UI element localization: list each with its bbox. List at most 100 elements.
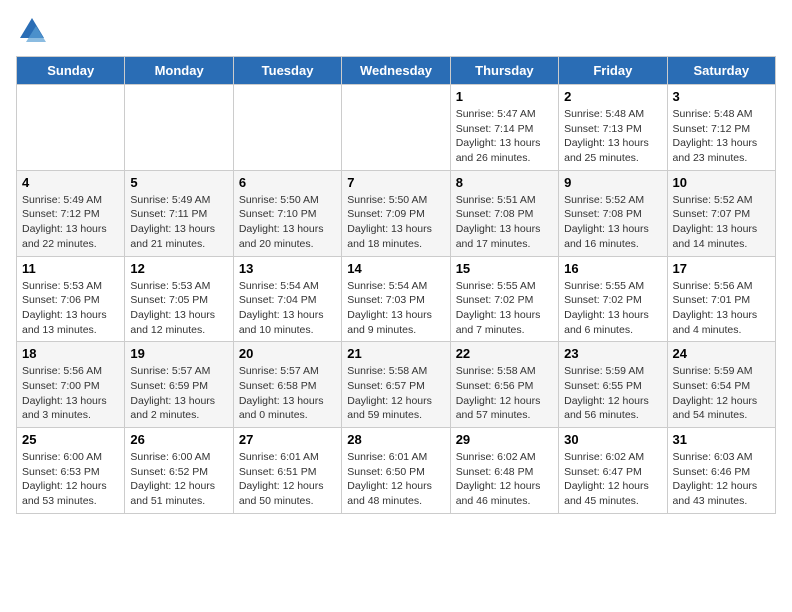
day-info: Sunrise: 5:57 AM Sunset: 6:59 PM Dayligh… <box>130 364 227 423</box>
day-number: 30 <box>564 432 661 447</box>
calendar-cell <box>125 85 233 171</box>
day-number: 15 <box>456 261 553 276</box>
day-number: 27 <box>239 432 336 447</box>
calendar-cell: 24 Sunrise: 5:59 AM Sunset: 6:54 PM Dayli… <box>667 342 775 428</box>
day-info: Sunrise: 6:03 AM Sunset: 6:46 PM Dayligh… <box>673 450 770 509</box>
calendar-cell: 12 Sunrise: 5:53 AM Sunset: 7:05 PM Dayli… <box>125 256 233 342</box>
day-number: 17 <box>673 261 770 276</box>
calendar-week-2: 4 Sunrise: 5:49 AM Sunset: 7:12 PM Daylig… <box>17 170 776 256</box>
day-number: 31 <box>673 432 770 447</box>
calendar-week-4: 18Sunrise: 5:56 AM Sunset: 7:00 PM Dayli… <box>17 342 776 428</box>
day-number: 8 <box>456 175 553 190</box>
calendar-cell: 30 Sunrise: 6:02 AM Sunset: 6:47 PM Dayli… <box>559 428 667 514</box>
day-number: 13 <box>239 261 336 276</box>
day-number: 7 <box>347 175 444 190</box>
day-info: Sunrise: 6:01 AM Sunset: 6:50 PM Dayligh… <box>347 450 444 509</box>
day-info: Sunrise: 5:52 AM Sunset: 7:08 PM Dayligh… <box>564 193 661 252</box>
day-number: 22 <box>456 346 553 361</box>
calendar-week-3: 11 Sunrise: 5:53 AM Sunset: 7:06 PM Dayli… <box>17 256 776 342</box>
day-info: Sunrise: 6:01 AM Sunset: 6:51 PM Dayligh… <box>239 450 336 509</box>
calendar-cell: 22Sunrise: 5:58 AM Sunset: 6:56 PM Dayli… <box>450 342 558 428</box>
day-number: 5 <box>130 175 227 190</box>
day-info: Sunrise: 5:54 AM Sunset: 7:04 PM Dayligh… <box>239 279 336 338</box>
day-number: 21 <box>347 346 444 361</box>
day-number: 26 <box>130 432 227 447</box>
day-number: 1 <box>456 89 553 104</box>
day-number: 25 <box>22 432 119 447</box>
calendar-cell: 7Sunrise: 5:50 AM Sunset: 7:09 PM Daylig… <box>342 170 450 256</box>
calendar-table: SundayMondayTuesdayWednesdayThursdayFrid… <box>16 56 776 514</box>
day-info: Sunrise: 5:48 AM Sunset: 7:13 PM Dayligh… <box>564 107 661 166</box>
calendar-cell <box>17 85 125 171</box>
day-info: Sunrise: 5:55 AM Sunset: 7:02 PM Dayligh… <box>456 279 553 338</box>
day-info: Sunrise: 5:53 AM Sunset: 7:06 PM Dayligh… <box>22 279 119 338</box>
day-info: Sunrise: 6:02 AM Sunset: 6:48 PM Dayligh… <box>456 450 553 509</box>
weekday-header-sunday: Sunday <box>17 57 125 85</box>
day-number: 18 <box>22 346 119 361</box>
calendar-cell: 17Sunrise: 5:56 AM Sunset: 7:01 PM Dayli… <box>667 256 775 342</box>
day-number: 19 <box>130 346 227 361</box>
day-number: 2 <box>564 89 661 104</box>
calendar-cell: 18Sunrise: 5:56 AM Sunset: 7:00 PM Dayli… <box>17 342 125 428</box>
day-info: Sunrise: 5:54 AM Sunset: 7:03 PM Dayligh… <box>347 279 444 338</box>
weekday-header-wednesday: Wednesday <box>342 57 450 85</box>
calendar-cell <box>342 85 450 171</box>
calendar-cell: 1 Sunrise: 5:47 AM Sunset: 7:14 PM Daylig… <box>450 85 558 171</box>
day-number: 9 <box>564 175 661 190</box>
calendar-cell: 26 Sunrise: 6:00 AM Sunset: 6:52 PM Dayli… <box>125 428 233 514</box>
day-number: 23 <box>564 346 661 361</box>
calendar-week-5: 25 Sunrise: 6:00 AM Sunset: 6:53 PM Dayli… <box>17 428 776 514</box>
calendar-cell: 4 Sunrise: 5:49 AM Sunset: 7:12 PM Daylig… <box>17 170 125 256</box>
calendar-cell: 25 Sunrise: 6:00 AM Sunset: 6:53 PM Dayli… <box>17 428 125 514</box>
weekday-header-thursday: Thursday <box>450 57 558 85</box>
day-info: Sunrise: 5:47 AM Sunset: 7:14 PM Dayligh… <box>456 107 553 166</box>
page-header <box>16 16 776 44</box>
calendar-week-1: 1 Sunrise: 5:47 AM Sunset: 7:14 PM Daylig… <box>17 85 776 171</box>
calendar-cell: 5 Sunrise: 5:49 AM Sunset: 7:11 PM Daylig… <box>125 170 233 256</box>
day-number: 12 <box>130 261 227 276</box>
day-info: Sunrise: 5:53 AM Sunset: 7:05 PM Dayligh… <box>130 279 227 338</box>
logo <box>16 16 46 44</box>
calendar-cell: 19 Sunrise: 5:57 AM Sunset: 6:59 PM Dayli… <box>125 342 233 428</box>
day-number: 20 <box>239 346 336 361</box>
day-info: Sunrise: 5:58 AM Sunset: 6:57 PM Dayligh… <box>347 364 444 423</box>
calendar-cell: 3 Sunrise: 5:48 AM Sunset: 7:12 PM Daylig… <box>667 85 775 171</box>
day-info: Sunrise: 5:59 AM Sunset: 6:54 PM Dayligh… <box>673 364 770 423</box>
day-info: Sunrise: 5:57 AM Sunset: 6:58 PM Dayligh… <box>239 364 336 423</box>
calendar-cell: 28 Sunrise: 6:01 AM Sunset: 6:50 PM Dayli… <box>342 428 450 514</box>
day-info: Sunrise: 5:52 AM Sunset: 7:07 PM Dayligh… <box>673 193 770 252</box>
weekday-header-tuesday: Tuesday <box>233 57 341 85</box>
day-info: Sunrise: 5:49 AM Sunset: 7:12 PM Dayligh… <box>22 193 119 252</box>
calendar-cell: 11 Sunrise: 5:53 AM Sunset: 7:06 PM Dayli… <box>17 256 125 342</box>
weekday-header-monday: Monday <box>125 57 233 85</box>
calendar-cell: 15 Sunrise: 5:55 AM Sunset: 7:02 PM Dayli… <box>450 256 558 342</box>
calendar-cell: 13 Sunrise: 5:54 AM Sunset: 7:04 PM Dayli… <box>233 256 341 342</box>
day-info: Sunrise: 6:02 AM Sunset: 6:47 PM Dayligh… <box>564 450 661 509</box>
day-info: Sunrise: 5:55 AM Sunset: 7:02 PM Dayligh… <box>564 279 661 338</box>
day-info: Sunrise: 5:49 AM Sunset: 7:11 PM Dayligh… <box>130 193 227 252</box>
day-number: 10 <box>673 175 770 190</box>
day-number: 28 <box>347 432 444 447</box>
day-number: 24 <box>673 346 770 361</box>
calendar-cell <box>233 85 341 171</box>
day-info: Sunrise: 5:48 AM Sunset: 7:12 PM Dayligh… <box>673 107 770 166</box>
day-info: Sunrise: 5:51 AM Sunset: 7:08 PM Dayligh… <box>456 193 553 252</box>
day-number: 6 <box>239 175 336 190</box>
calendar-cell: 14Sunrise: 5:54 AM Sunset: 7:03 PM Dayli… <box>342 256 450 342</box>
day-info: Sunrise: 6:00 AM Sunset: 6:53 PM Dayligh… <box>22 450 119 509</box>
calendar-cell: 29Sunrise: 6:02 AM Sunset: 6:48 PM Dayli… <box>450 428 558 514</box>
calendar-cell: 6 Sunrise: 5:50 AM Sunset: 7:10 PM Daylig… <box>233 170 341 256</box>
day-number: 16 <box>564 261 661 276</box>
day-info: Sunrise: 5:50 AM Sunset: 7:10 PM Dayligh… <box>239 193 336 252</box>
day-number: 4 <box>22 175 119 190</box>
day-number: 3 <box>673 89 770 104</box>
day-number: 11 <box>22 261 119 276</box>
calendar-cell: 27 Sunrise: 6:01 AM Sunset: 6:51 PM Dayli… <box>233 428 341 514</box>
calendar-cell: 2 Sunrise: 5:48 AM Sunset: 7:13 PM Daylig… <box>559 85 667 171</box>
calendar-header-row: SundayMondayTuesdayWednesdayThursdayFrid… <box>17 57 776 85</box>
day-info: Sunrise: 6:00 AM Sunset: 6:52 PM Dayligh… <box>130 450 227 509</box>
weekday-header-saturday: Saturday <box>667 57 775 85</box>
calendar-cell: 31 Sunrise: 6:03 AM Sunset: 6:46 PM Dayli… <box>667 428 775 514</box>
logo-icon <box>18 16 46 44</box>
calendar-cell: 23Sunrise: 5:59 AM Sunset: 6:55 PM Dayli… <box>559 342 667 428</box>
